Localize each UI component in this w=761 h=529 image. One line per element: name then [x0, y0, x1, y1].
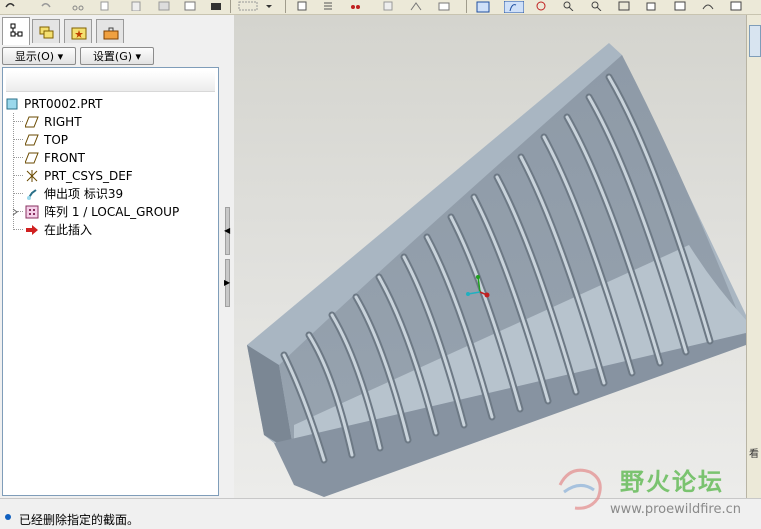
- tree-item-label: 在此插入: [44, 223, 93, 237]
- right-toolbar-strip: 看: [746, 15, 761, 498]
- show-button[interactable]: 显示(O) ▾: [2, 47, 76, 65]
- toolbox-icon: [103, 27, 119, 40]
- navigator-panel: 显示(O) ▾ 设置(G) ▾ PRT0002.PRT RIGHT TOP FR…: [0, 15, 234, 498]
- tree-item-label: FRONT: [44, 151, 85, 165]
- repaint-icon[interactable]: [476, 1, 490, 13]
- expand-arrow-icon[interactable]: [11, 205, 19, 219]
- collapse-left-icon[interactable]: ◀: [224, 226, 230, 235]
- side-panel-label: 看: [749, 449, 759, 460]
- tree-item-label: 伸出项 标识39: [44, 187, 124, 201]
- graphics-viewport[interactable]: [234, 15, 746, 498]
- tools-tab[interactable]: [96, 19, 124, 43]
- favorites-tab[interactable]: [64, 19, 92, 43]
- spin-center-icon[interactable]: [438, 1, 450, 11]
- refit-icon[interactable]: [618, 1, 630, 11]
- tree-item-label: RIGHT: [44, 115, 82, 129]
- watermark-url: www.proewildfire.cn: [610, 502, 741, 517]
- cut-icon[interactable]: [72, 1, 84, 11]
- layer-icon: [39, 26, 54, 39]
- appearance-icon[interactable]: [382, 1, 394, 11]
- pattern-icon: [25, 205, 39, 219]
- display-style-icon[interactable]: [702, 1, 714, 11]
- dropdown-arrow-icon[interactable]: [265, 1, 277, 11]
- tree-item-label: TOP: [44, 133, 69, 147]
- csys-icon: [25, 169, 39, 183]
- orient-icon[interactable]: [410, 1, 422, 11]
- model-tree-tab[interactable]: [2, 17, 30, 45]
- model-tree-icon: [10, 23, 23, 37]
- navigator-button-row: 显示(O) ▾ 设置(G) ▾: [0, 46, 232, 66]
- forum-watermark: 野火论坛 www.proewildfire.cn: [550, 460, 746, 520]
- model-tree-filter-bar[interactable]: [6, 71, 215, 92]
- zoom-out-icon[interactable]: [590, 1, 602, 11]
- undo-icon[interactable]: [4, 1, 16, 11]
- tree-item-label: 阵列 1 / LOCAL_GROUP: [44, 205, 180, 219]
- redo-icon[interactable]: [40, 1, 52, 11]
- view-manager-icon[interactable]: [674, 1, 686, 11]
- model-tree: PRT0002.PRT RIGHT TOP FRONT PRT_CSYS_DEF…: [2, 67, 219, 496]
- layer-icon[interactable]: [238, 1, 258, 11]
- tree-item-label: PRT0002.PRT: [24, 97, 103, 111]
- watermark-title: 野火论坛: [620, 468, 724, 496]
- message-bullet-icon: [5, 514, 11, 520]
- extrude-icon: [25, 187, 39, 201]
- orient-mode-icon[interactable]: [535, 1, 547, 11]
- feature-list-icon[interactable]: [322, 1, 334, 11]
- datum-plane-icon: [24, 151, 39, 165]
- watermark-logo-icon: [558, 468, 602, 510]
- datum-point-icon[interactable]: [349, 1, 361, 11]
- favorites-folder-icon: [71, 27, 87, 40]
- settings-button[interactable]: 设置(G) ▾: [80, 47, 154, 65]
- part-model-render: [247, 43, 746, 497]
- zoom-in-icon[interactable]: [562, 1, 574, 11]
- expand-right-icon[interactable]: ▶: [224, 278, 230, 287]
- navigator-tabs: [0, 17, 232, 45]
- more-tools-icon[interactable]: [730, 1, 742, 11]
- datum-plane-icon: [24, 115, 39, 129]
- regenerate-icon[interactable]: [184, 1, 196, 11]
- panel-splitter[interactable]: ◀ ▶: [221, 15, 234, 498]
- window-icon[interactable]: [210, 1, 222, 11]
- status-message: 已经删除指定的截面。: [19, 513, 140, 527]
- layer-tree-tab[interactable]: [32, 19, 60, 43]
- part-icon: [5, 97, 19, 111]
- insert-here-arrow-icon: [25, 223, 39, 237]
- saved-view-icon[interactable]: [646, 1, 658, 11]
- paste-icon[interactable]: [130, 1, 142, 11]
- paste-special-icon[interactable]: [158, 1, 170, 11]
- sketch-icon[interactable]: [296, 1, 308, 11]
- sketch-display-icon[interactable]: [504, 1, 524, 13]
- copy-icon[interactable]: [100, 1, 112, 11]
- tree-item-label: PRT_CSYS_DEF: [44, 169, 133, 183]
- datum-plane-icon: [24, 133, 39, 147]
- main-toolbar: [0, 0, 761, 15]
- side-panel-tab[interactable]: [749, 25, 761, 57]
